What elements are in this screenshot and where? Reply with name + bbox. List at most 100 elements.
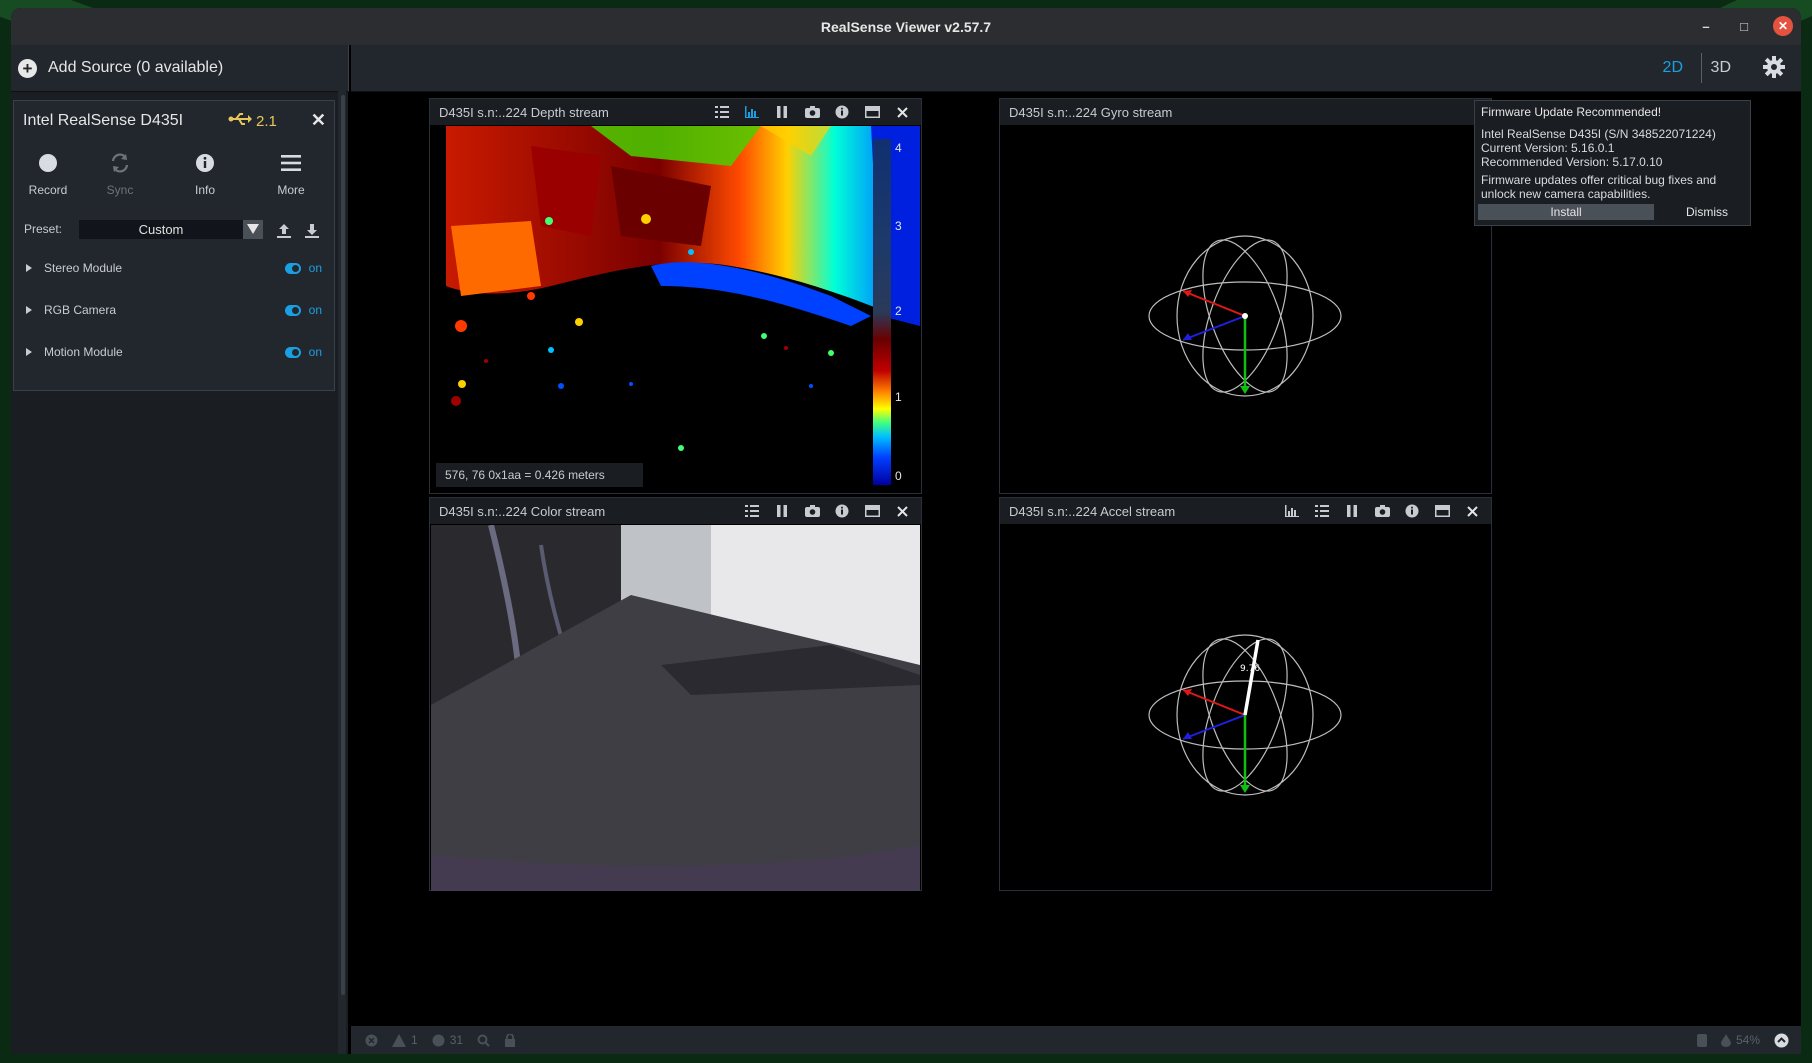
maximize-icon[interactable] xyxy=(1433,502,1451,520)
usb-icon xyxy=(228,111,252,132)
stream-title: D435I s.n:..224 Accel stream xyxy=(1009,503,1176,519)
toggle-state: on xyxy=(308,345,322,359)
accel-visualization[interactable]: 9.76 xyxy=(1000,525,1491,890)
firmware-title: Firmware Update Recommended! xyxy=(1481,105,1662,119)
cpu-indicator: 54% xyxy=(1720,1033,1760,1047)
module-row-motion[interactable]: Motion Module on xyxy=(14,338,334,366)
toggle-state: on xyxy=(308,303,322,317)
colorbar-tick: 1 xyxy=(895,390,902,404)
depth-image[interactable]: 4 3 2 1 0 576, 76 0x1aa = 0.426 meters xyxy=(431,126,920,492)
info-indicator[interactable]: 31 xyxy=(432,1033,463,1047)
upload-icon[interactable] xyxy=(276,223,292,239)
info-icon[interactable] xyxy=(833,103,851,121)
firmware-message: unlock new camera capabilities. xyxy=(1481,187,1651,201)
depth-colorbar: 4 3 2 1 0 xyxy=(873,139,911,485)
close-window-button[interactable]: ✕ xyxy=(1773,16,1793,36)
camera-icon[interactable] xyxy=(803,502,821,520)
pause-icon[interactable] xyxy=(1343,502,1361,520)
sync-button[interactable]: Sync xyxy=(86,151,154,197)
warning-icon xyxy=(392,1033,406,1047)
list-icon[interactable] xyxy=(713,103,731,121)
collapse-log-button[interactable] xyxy=(1774,1033,1789,1048)
close-icon[interactable] xyxy=(893,103,911,121)
list-icon[interactable] xyxy=(743,502,761,520)
gear-icon[interactable] xyxy=(1763,56,1785,83)
expand-arrow-icon xyxy=(26,348,32,356)
gyro-stream-panel: D435I s.n:..224 Gyro stream xyxy=(999,98,1492,494)
chart-icon[interactable] xyxy=(1283,502,1301,520)
pause-icon[interactable] xyxy=(773,103,791,121)
chevron-down-icon xyxy=(243,219,263,239)
app-window: RealSense Viewer v2.57.7 – □ ✕ + Add Sou… xyxy=(11,8,1801,1054)
info-icon[interactable] xyxy=(1403,502,1421,520)
colorbar-tick: 0 xyxy=(895,469,902,483)
color-stream-panel: D435I s.n:..224 Color stream xyxy=(429,497,922,891)
stream-title: D435I s.n:..224 Gyro stream xyxy=(1009,104,1173,120)
status-bar: 1 31 54% xyxy=(351,1026,1801,1054)
module-row-rgb[interactable]: RGB Camera on xyxy=(14,296,334,324)
module-label: Motion Module xyxy=(44,345,123,359)
chevron-up-icon xyxy=(1774,1033,1789,1047)
info-icon[interactable] xyxy=(833,502,851,520)
close-device-button[interactable]: ✕ xyxy=(311,110,326,131)
preset-dropdown[interactable]: Custom xyxy=(79,219,263,239)
view-2d-button[interactable]: 2D xyxy=(1663,59,1683,77)
maximize-button[interactable]: □ xyxy=(1735,17,1753,35)
close-icon[interactable] xyxy=(1463,502,1481,520)
install-button[interactable]: Install xyxy=(1478,204,1654,220)
chart-icon[interactable] xyxy=(743,103,761,121)
module-label: Stereo Module xyxy=(44,261,123,275)
close-icon[interactable] xyxy=(893,502,911,520)
module-label: RGB Camera xyxy=(44,303,117,317)
close-circle-icon xyxy=(365,1034,378,1046)
device-name: Intel RealSense D435I xyxy=(23,112,184,129)
view-3d-button[interactable]: 3D xyxy=(1711,59,1731,77)
maximize-icon[interactable] xyxy=(863,103,881,121)
toggle-state: on xyxy=(308,261,322,275)
download-icon[interactable] xyxy=(304,223,320,239)
sync-icon xyxy=(86,151,154,175)
info-button[interactable]: Info xyxy=(171,151,239,197)
firmware-notification: Firmware Update Recommended! Intel RealS… xyxy=(1474,100,1751,226)
lock-button[interactable] xyxy=(504,1033,516,1047)
motion-module-toggle[interactable] xyxy=(284,346,301,358)
maximize-icon[interactable] xyxy=(863,502,881,520)
module-row-stereo[interactable]: Stereo Module on xyxy=(14,254,334,282)
accel-stream-panel: D435I s.n:..224 Accel stream 9.76 xyxy=(999,497,1492,891)
depth-stream-panel: D435I s.n:..224 Depth stream 4 3 2 1 0 5… xyxy=(429,98,922,494)
stream-title: D435I s.n:..224 Color stream xyxy=(439,503,606,519)
sidebar: + Add Source (0 available) Intel RealSen… xyxy=(11,45,349,1054)
pause-icon[interactable] xyxy=(773,502,791,520)
color-image[interactable] xyxy=(431,525,920,891)
accel-magnitude: 9.76 xyxy=(1240,664,1260,674)
search-icon xyxy=(477,1034,490,1047)
clear-notifications-button[interactable] xyxy=(365,1034,378,1047)
warnings-count: 1 xyxy=(411,1033,418,1047)
rgb-camera-toggle[interactable] xyxy=(284,304,301,316)
warnings-indicator[interactable]: 1 xyxy=(392,1033,418,1047)
more-button[interactable]: More xyxy=(257,151,325,197)
depth-readout: 576, 76 0x1aa = 0.426 meters xyxy=(436,463,643,487)
dismiss-button[interactable]: Dismiss xyxy=(1686,205,1728,219)
list-icon[interactable] xyxy=(1313,502,1331,520)
title-bar: RealSense Viewer v2.57.7 – □ ✕ xyxy=(11,8,1801,45)
sidebar-scrollbar-thumb[interactable] xyxy=(341,95,345,995)
stereo-module-toggle[interactable] xyxy=(284,262,301,274)
minimize-button[interactable]: – xyxy=(1697,17,1715,35)
record-button[interactable]: Record xyxy=(14,151,82,197)
view-toolbar: 2D 3D xyxy=(351,45,1801,92)
camera-icon[interactable] xyxy=(1373,502,1391,520)
usb-version: 2.1 xyxy=(256,113,277,130)
window-title: RealSense Viewer v2.57.7 xyxy=(820,18,992,35)
firmware-message: Firmware updates offer critical bug fixe… xyxy=(1481,173,1717,187)
preset-value: Custom xyxy=(138,221,184,237)
info-icon xyxy=(171,151,239,175)
gyro-visualization[interactable] xyxy=(1000,126,1491,493)
camera-icon[interactable] xyxy=(803,103,821,121)
add-source-button[interactable]: + Add Source (0 available) xyxy=(11,45,349,92)
device-panel: Intel RealSense D435I 2.1 ✕ Record Sync … xyxy=(13,100,335,391)
firmware-recommended-version: Recommended Version: 5.17.0.10 xyxy=(1481,155,1663,169)
info-icon xyxy=(432,1034,445,1046)
search-button[interactable] xyxy=(477,1034,490,1047)
expand-arrow-icon xyxy=(26,306,32,314)
